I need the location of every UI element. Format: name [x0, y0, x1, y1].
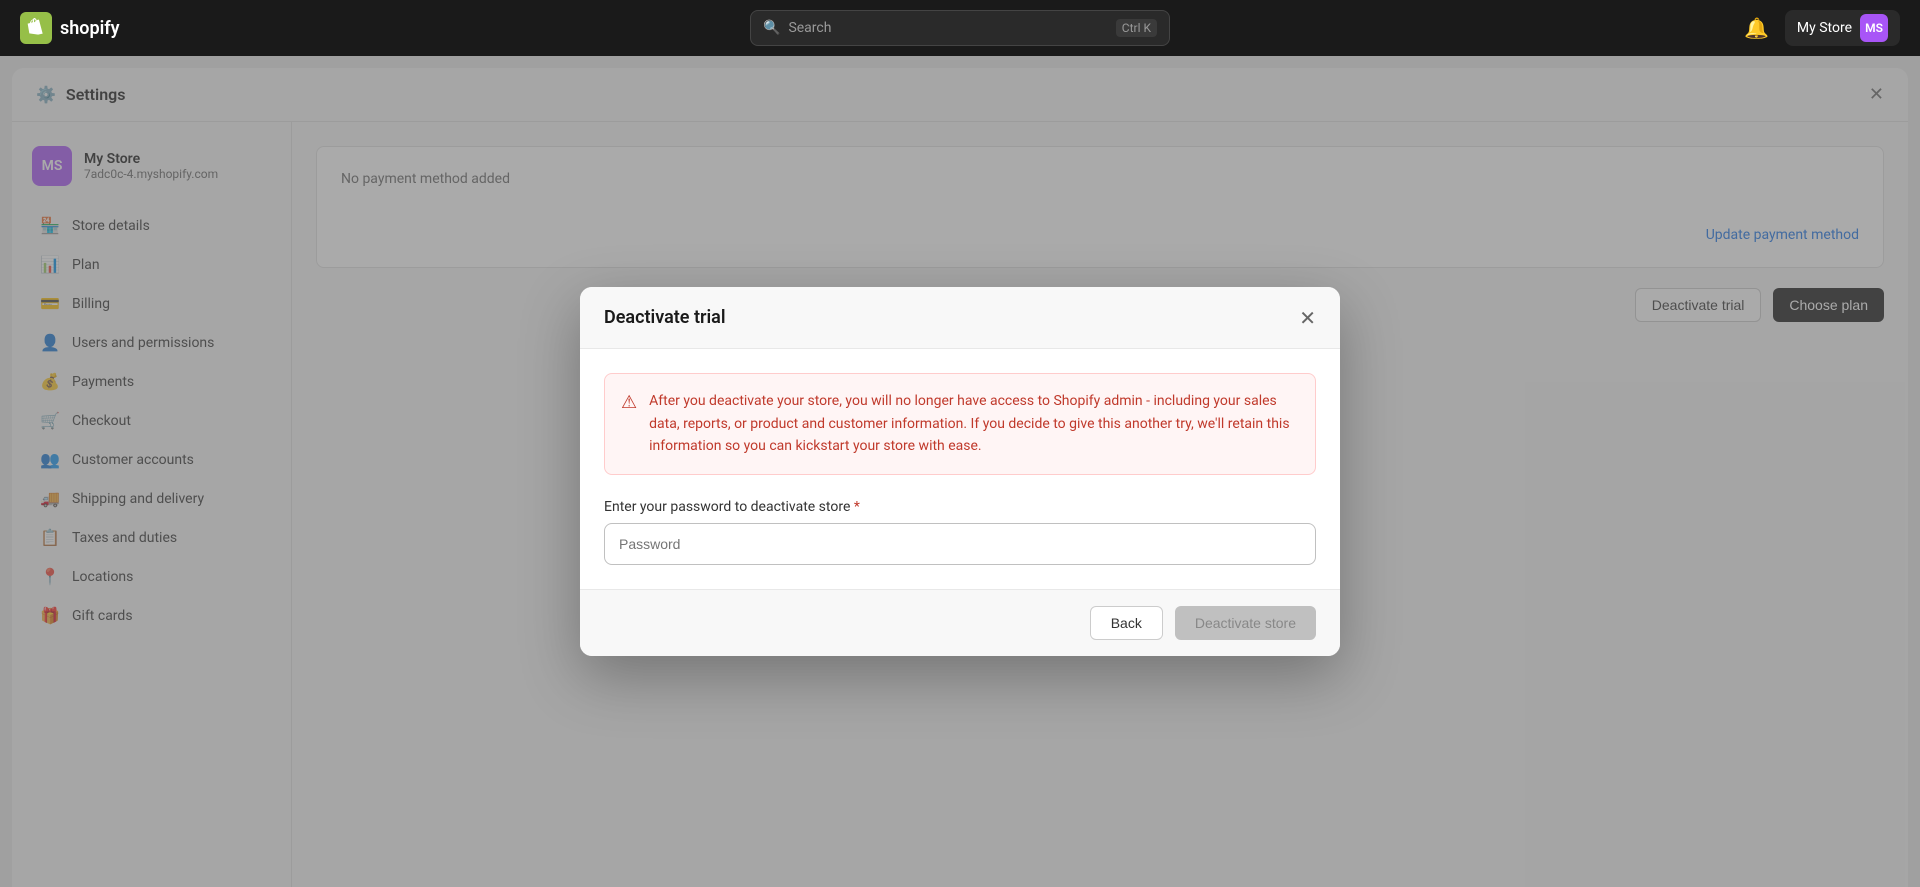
search-icon: 🔍 — [763, 20, 780, 36]
warning-icon: ⚠ — [621, 392, 637, 457]
main-area: ⚙️ Settings ✕ MS My Store 7adc0c-4.mysho… — [0, 56, 1920, 887]
modal-close-button[interactable]: ✕ — [1299, 308, 1316, 328]
store-button[interactable]: My Store MS — [1785, 10, 1900, 46]
modal-title: Deactivate trial — [604, 307, 726, 328]
modal-header: Deactivate trial ✕ — [580, 287, 1340, 349]
modal-footer: Back Deactivate store — [580, 589, 1340, 656]
deactivate-trial-modal: Deactivate trial ✕ ⚠ After you deactivat… — [580, 287, 1340, 655]
deactivate-store-button[interactable]: Deactivate store — [1175, 606, 1316, 640]
search-placeholder: Search — [788, 20, 831, 36]
topbar-right: 🔔 My Store MS — [1744, 10, 1900, 46]
field-label: Enter your password to deactivate store … — [604, 499, 1316, 515]
topbar: shopify 🔍 Search Ctrl K 🔔 My Store MS — [0, 0, 1920, 56]
shopify-logo-icon — [20, 12, 52, 44]
modal-body: ⚠ After you deactivate your store, you w… — [580, 349, 1340, 588]
store-name-label: My Store — [1797, 20, 1852, 36]
required-marker: * — [854, 499, 860, 515]
shopify-logo[interactable]: shopify — [20, 12, 120, 44]
notification-bell[interactable]: 🔔 — [1744, 16, 1769, 40]
warning-box: ⚠ After you deactivate your store, you w… — [604, 373, 1316, 474]
password-input[interactable] — [604, 523, 1316, 565]
back-button[interactable]: Back — [1090, 606, 1163, 640]
topbar-left: shopify — [20, 12, 120, 44]
shopify-logo-text: shopify — [60, 18, 120, 39]
avatar: MS — [1860, 14, 1888, 42]
modal-overlay: Deactivate trial ✕ ⚠ After you deactivat… — [0, 56, 1920, 887]
password-field-group: Enter your password to deactivate store … — [604, 499, 1316, 565]
search-bar[interactable]: 🔍 Search Ctrl K — [750, 10, 1170, 46]
search-shortcut: Ctrl K — [1116, 19, 1157, 37]
warning-text: After you deactivate your store, you wil… — [649, 390, 1299, 457]
